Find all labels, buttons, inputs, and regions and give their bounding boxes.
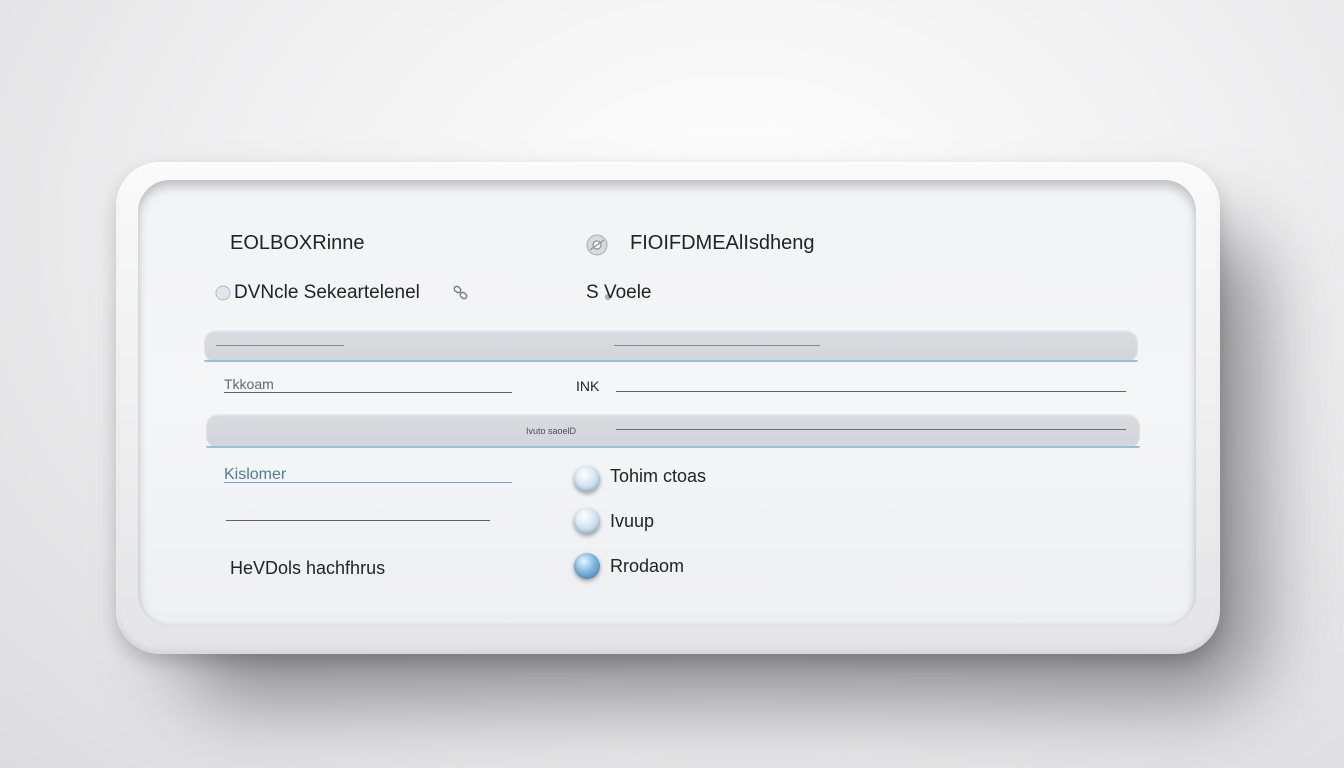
- radio-option-3[interactable]: [574, 553, 600, 579]
- left-field3-underline[interactable]: [226, 520, 490, 521]
- selection-band-2[interactable]: Ivuto saoelD: [206, 414, 1140, 448]
- radio-option-1[interactable]: [574, 466, 600, 492]
- settings-panel: EOLBOXRinne FIOIFDMEAlIsdheng DVNcle Sek…: [138, 180, 1196, 626]
- left-row-label: DVNcle Sekeartelenel: [234, 282, 420, 303]
- gear-icon[interactable]: [586, 234, 608, 256]
- right-field-label: INK: [576, 378, 600, 394]
- radio-option-3-label: Rrodaom: [610, 556, 685, 576]
- left-field-underline[interactable]: [224, 392, 512, 393]
- left-field-label: Tkkoam: [224, 376, 274, 392]
- band-2-label: Ivuto saoelD: [526, 426, 577, 436]
- selection-band-1[interactable]: [204, 330, 1138, 362]
- link-icon[interactable]: [452, 284, 470, 302]
- radio-option-2[interactable]: [574, 508, 600, 534]
- radio-option-2-label: Ivuup: [610, 511, 655, 531]
- right-panel-title: FIOIFDMEAlIsdheng: [630, 232, 815, 254]
- left-panel-title: EOLBOXRinne: [230, 232, 365, 254]
- left-field2-underline[interactable]: [224, 482, 512, 483]
- radio-option-1-label: Tohim ctoas: [610, 466, 707, 486]
- right-row-label: S Voele: [586, 282, 652, 303]
- left-option-label: HeVDols hachfhrus: [230, 558, 386, 578]
- right-field-underline[interactable]: [616, 391, 1126, 392]
- status-icon: [214, 284, 232, 302]
